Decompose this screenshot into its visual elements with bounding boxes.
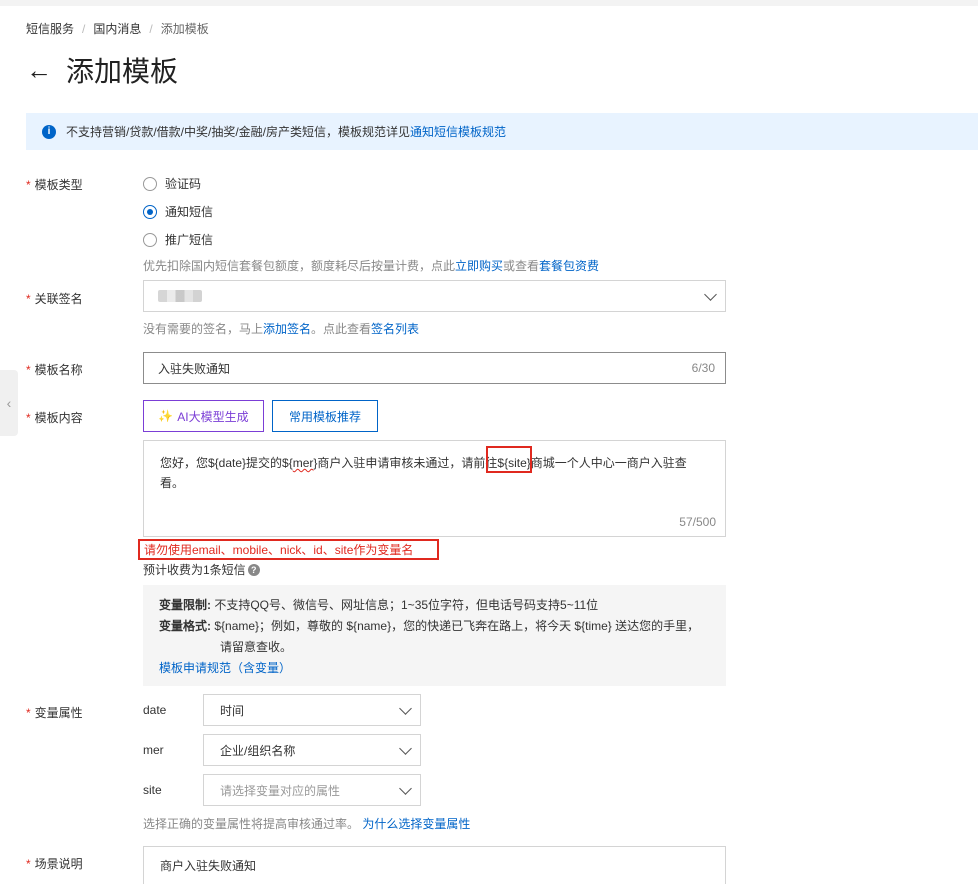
variable-rules-box: 变量限制: 不支持QQ号、微信号、网址信息；1~35位字符，但电话号码支持5~1…	[143, 585, 726, 686]
required-marker: *	[26, 292, 31, 306]
breadcrumb-separator: /	[82, 21, 86, 36]
rules-limit-label: 变量限制:	[159, 598, 211, 612]
rules-format-text: ${name}；例如，尊敬的 ${name}，您的快递已飞奔在路上，将今天 ${…	[214, 619, 700, 633]
rules-format-label: 变量格式:	[159, 619, 211, 633]
page-title: 添加模板	[66, 56, 179, 87]
ai-button-label: AI大模型生成	[177, 409, 249, 424]
breadcrumb: 短信服务 / 国内消息 / 添加模板	[26, 20, 209, 37]
radio-label: 验证码	[165, 177, 202, 191]
radio-label: 通知短信	[165, 205, 214, 219]
cost-estimate: 预计收费为1条短信 ?	[143, 561, 260, 578]
content-text: 您好，您${date}提交的${	[160, 456, 293, 470]
hint-text: 没有需要的签名，马上	[143, 322, 264, 336]
template-content-label: * 模板内容	[26, 409, 83, 426]
radio-notification[interactable]: 通知短信	[143, 203, 213, 220]
back-arrow-icon[interactable]: ←	[26, 52, 54, 88]
required-marker: *	[26, 363, 31, 377]
template-name-value: 入驻失败通知	[158, 361, 231, 376]
select-placeholder: 请选择变量对应的属性	[220, 783, 341, 798]
chevron-left-icon: ‹	[6, 395, 12, 411]
rules-limit-text: 不支持QQ号、微信号、网址信息；1~35位字符，但电话号码支持5~11位	[214, 598, 599, 612]
chevron-down-icon	[399, 782, 412, 795]
question-icon[interactable]: ?	[247, 563, 260, 576]
radio-label: 推广短信	[165, 233, 214, 247]
template-name-counter: 6/30	[691, 361, 715, 375]
top-bar	[0, 0, 978, 6]
variables-label: * 变量属性	[26, 704, 83, 721]
variable-name-date: date	[143, 703, 167, 717]
add-signature-link[interactable]: 添加签名	[263, 322, 311, 336]
template-content-textarea[interactable]: 您好，您${date}提交的${mer}商户入驻申请审核未通过，请前往${sit…	[143, 440, 726, 537]
variable-select-date[interactable]: 时间	[203, 694, 421, 726]
scene-input[interactable]: 商户入驻失败通知	[143, 846, 726, 884]
template-name-label: * 模板名称	[26, 361, 83, 378]
signature-select[interactable]	[143, 280, 726, 312]
buy-now-link[interactable]: 立即购买	[455, 259, 503, 273]
variable-select-mer[interactable]: 企业/组织名称	[203, 734, 421, 766]
signature-label: * 关联签名	[26, 290, 83, 307]
scene-label-text: 场景说明	[34, 857, 83, 871]
content-counter: 57/500	[679, 515, 716, 529]
select-value: 时间	[220, 703, 245, 718]
breadcrumb-item-current: 添加模板	[160, 22, 209, 36]
notice-text: 不支持营销/贷款/借款/中奖/抽奖/金融/房产类短信，模板规范详见	[66, 125, 411, 139]
hint-text: 优先扣除国内短信套餐包额度，额度耗尽后按量计费，点此	[143, 259, 456, 273]
breadcrumb-item-sms-service[interactable]: 短信服务	[26, 20, 74, 37]
template-spec-link[interactable]: 模板申请规范（含变量）	[159, 658, 710, 679]
template-name-label-text: 模板名称	[34, 363, 83, 377]
radio-circle-checked[interactable]	[143, 204, 157, 219]
chevron-down-icon	[399, 742, 412, 755]
sidebar-collapse-handle[interactable]: ‹	[0, 370, 18, 436]
rules-format-cont: 请留意查收。	[220, 640, 293, 654]
scene-label: * 场景说明	[26, 855, 83, 872]
notice-banner: i 不支持营销/贷款/借款/中奖/抽奖/金融/房产类短信，模板规范详见 通知短信…	[26, 113, 978, 150]
variable-select-site[interactable]: 请选择变量对应的属性	[203, 774, 421, 806]
rules-limit: 变量限制: 不支持QQ号、微信号、网址信息；1~35位字符，但电话号码支持5~1…	[159, 595, 710, 616]
why-variable-link[interactable]: 为什么选择变量属性	[362, 817, 470, 831]
radio-verification[interactable]: 验证码	[143, 175, 201, 192]
variable-name-mer: mer	[143, 743, 164, 757]
radio-circle[interactable]	[143, 176, 157, 191]
variable-name-site: site	[143, 783, 162, 797]
signature-label-text: 关联签名	[34, 292, 83, 306]
required-marker: *	[26, 411, 31, 425]
site-variable-highlight	[486, 446, 532, 473]
breadcrumb-item-domestic[interactable]: 国内消息	[93, 20, 141, 37]
template-type-hint: 优先扣除国内短信套餐包额度，额度耗尽后按量计费，点此立即购买或查看套餐包资费	[143, 257, 599, 274]
variables-label-text: 变量属性	[34, 706, 83, 720]
breadcrumb-separator: /	[149, 21, 153, 36]
select-value: 企业/组织名称	[220, 743, 296, 758]
rules-format: 变量格式: ${name}；例如，尊敬的 ${name}，您的快递已飞奔在路上，…	[159, 616, 710, 637]
hint-text: 或查看	[503, 259, 540, 273]
blurred-signature-value	[158, 290, 202, 302]
notice-link[interactable]: 通知短信模板规范	[410, 123, 506, 140]
template-content-label-text: 模板内容	[34, 411, 83, 425]
chevron-down-icon	[399, 702, 412, 715]
variable-error-message: 请勿使用email、mobile、nick、id、site作为变量名	[138, 539, 439, 560]
package-pricing-link[interactable]: 套餐包资费	[539, 259, 599, 273]
estimate-text: 预计收费为1条短信	[143, 563, 246, 577]
hint-text: 。点此查看	[311, 322, 372, 336]
common-template-button[interactable]: 常用模板推荐	[272, 400, 378, 432]
required-marker: *	[26, 706, 31, 720]
template-type-label-text: 模板类型	[34, 178, 83, 192]
chevron-down-icon	[704, 288, 717, 301]
radio-circle[interactable]	[143, 232, 157, 247]
hint-text: 选择正确的变量属性将提高审核通过率。	[143, 817, 360, 831]
info-icon: i	[42, 124, 56, 139]
variables-hint: 选择正确的变量属性将提高审核通过率。 为什么选择变量属性	[143, 815, 470, 832]
radio-promotion[interactable]: 推广短信	[143, 231, 213, 248]
ai-generate-button[interactable]: ✨ AI大模型生成	[143, 400, 264, 432]
signature-hint: 没有需要的签名，马上添加签名。点此查看签名列表	[143, 320, 419, 337]
title-row: ← 添加模板	[26, 52, 178, 88]
template-type-label: * 模板类型	[26, 176, 83, 193]
scene-value: 商户入驻失败通知	[160, 859, 257, 873]
signature-list-link[interactable]: 签名列表	[371, 322, 419, 336]
content-spellcheck-word: mer	[292, 456, 314, 470]
required-marker: *	[26, 857, 31, 871]
template-name-input[interactable]: 入驻失败通知 6/30	[143, 352, 726, 384]
required-marker: *	[26, 178, 31, 192]
magic-wand-icon: ✨	[158, 409, 174, 423]
